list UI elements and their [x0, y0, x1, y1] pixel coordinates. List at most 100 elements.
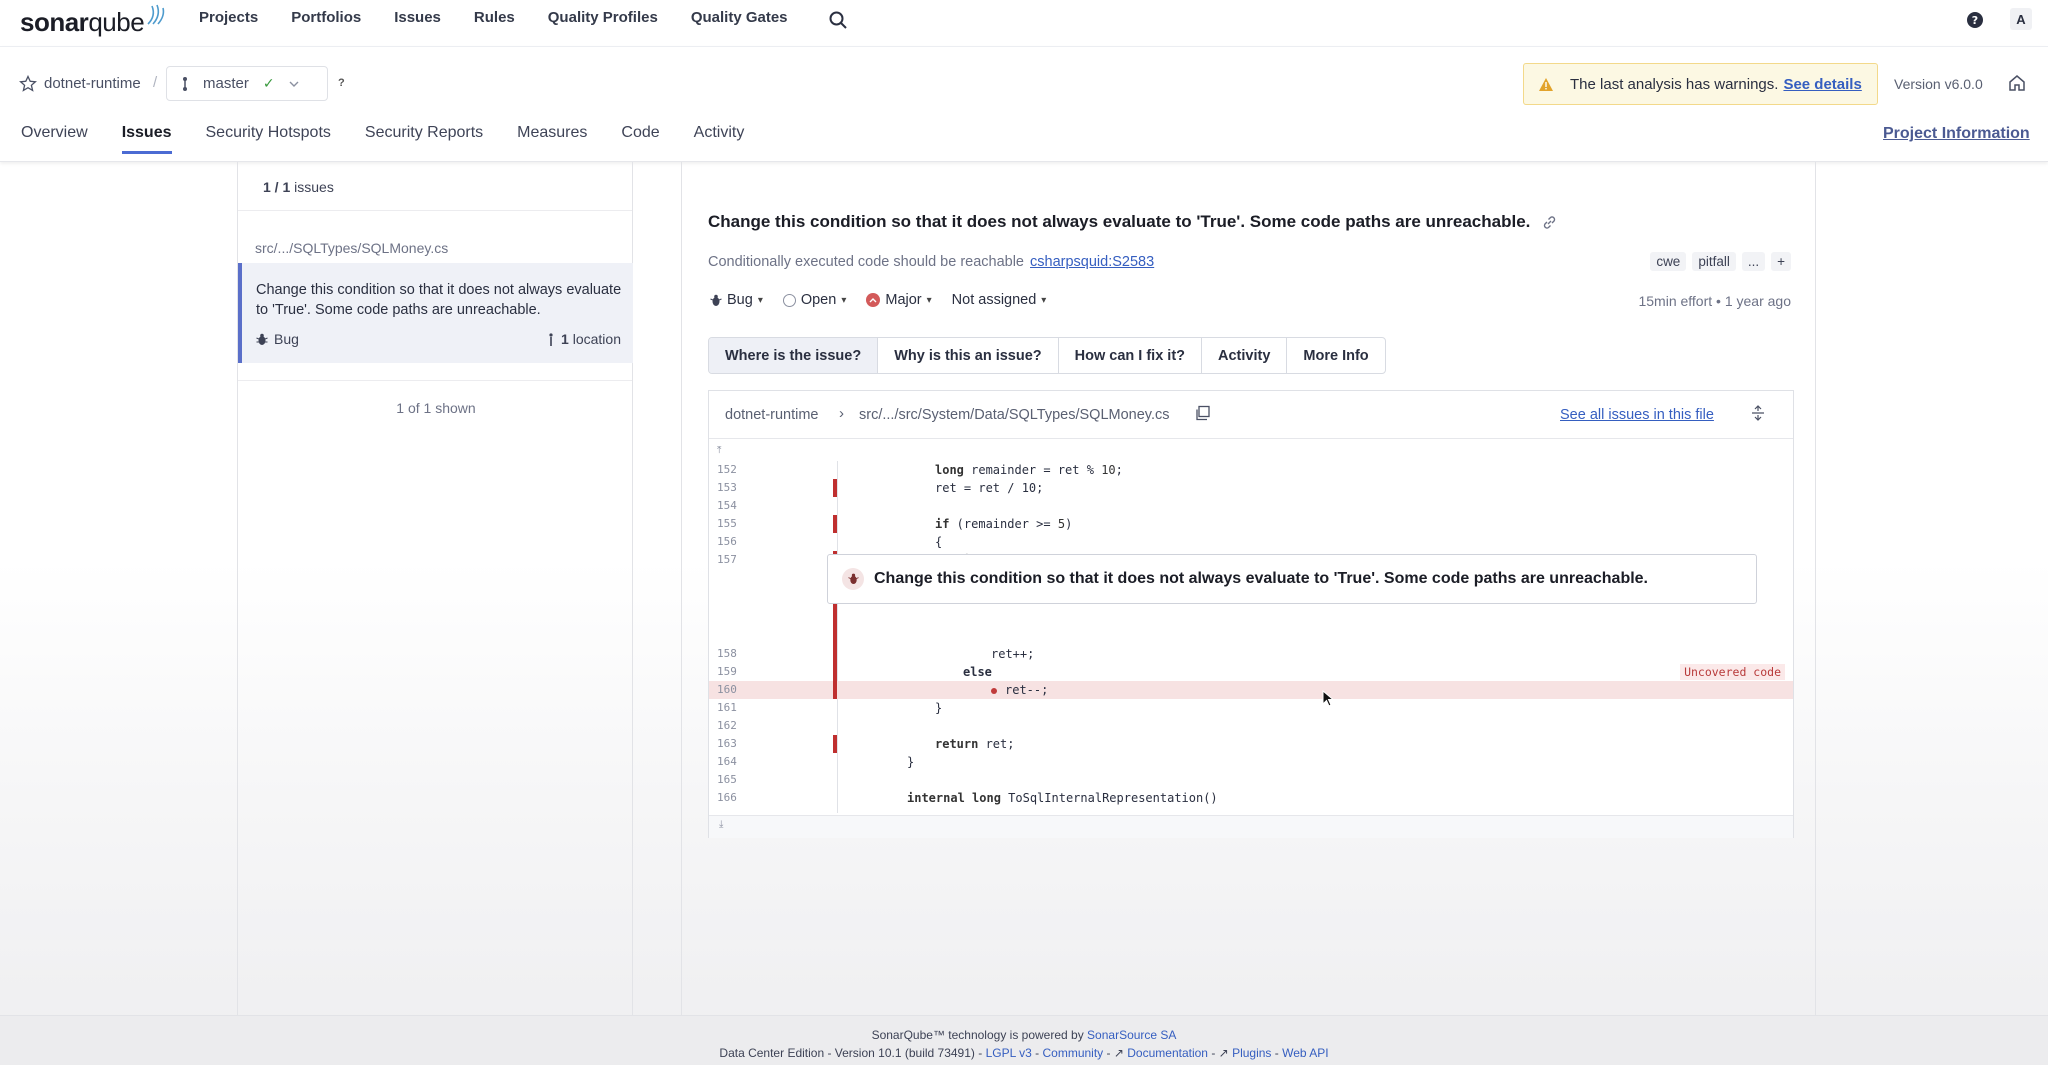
- code-viewer-header: dotnet-runtime › src/.../src/System/Data…: [709, 391, 1793, 439]
- search-icon[interactable]: [828, 10, 848, 30]
- issue-file-path: src/.../SQLTypes/SQLMoney.cs: [255, 240, 449, 256]
- line-number[interactable]: 152: [717, 463, 737, 476]
- line-number[interactable]: 156: [717, 535, 737, 548]
- nav-projects[interactable]: Projects: [199, 9, 258, 26]
- line-number[interactable]: 161: [717, 701, 737, 714]
- issue-severity-dropdown[interactable]: Major ▾: [866, 292, 932, 308]
- branch-selector[interactable]: master ✓: [166, 66, 328, 101]
- tab-why-is-this-an-issue[interactable]: Why is this an issue?: [878, 338, 1059, 373]
- line-number[interactable]: 159: [717, 665, 737, 678]
- issue-effort: 15min effort • 1 year ago: [1638, 293, 1791, 309]
- code-file-path: src/.../src/System/Data/SQLTypes/SQLMone…: [859, 407, 1170, 423]
- copy-icon[interactable]: [1195, 405, 1211, 421]
- footer-link-web-api[interactable]: Web API: [1282, 1046, 1328, 1060]
- avatar[interactable]: A: [2010, 8, 2032, 30]
- issues-count-value: 1 / 1: [263, 179, 291, 195]
- bug-icon: [256, 333, 268, 345]
- tab-where-is-the-issue[interactable]: Where is the issue?: [709, 338, 879, 373]
- nav-quality-gates[interactable]: Quality Gates: [691, 9, 788, 26]
- star-icon[interactable]: [19, 75, 37, 93]
- tag-add-button[interactable]: +: [1771, 252, 1791, 271]
- warning-icon: [1539, 77, 1553, 91]
- divider: [238, 210, 632, 211]
- issue-item-type: Bug: [256, 331, 299, 347]
- code-line: 156 {: [709, 533, 1793, 551]
- line-number[interactable]: 155: [717, 517, 737, 530]
- inline-issue-text: Change this condition so that it does no…: [874, 570, 1648, 587]
- nav-quality-profiles[interactable]: Quality Profiles: [548, 9, 658, 26]
- see-details-link[interactable]: See details: [1783, 76, 1861, 93]
- tab-measures[interactable]: Measures: [517, 124, 587, 154]
- tab-how-can-i-fix-it[interactable]: How can I fix it?: [1059, 338, 1203, 373]
- issue-assignee-dropdown[interactable]: Not assigned ▾: [952, 292, 1047, 308]
- logo-waves-icon: [147, 4, 165, 25]
- expand-up-icon[interactable]: ⤒: [717, 445, 1787, 459]
- sonarsource-link[interactable]: SonarSource SA: [1087, 1028, 1176, 1042]
- tab-activity[interactable]: Activity: [1202, 338, 1288, 373]
- footer-links: Data Center Edition - Version 10.1 (buil…: [719, 1046, 1329, 1060]
- issue-item-message: Change this condition so that it does no…: [256, 282, 622, 318]
- home-icon[interactable]: [2008, 74, 2026, 92]
- issue-age[interactable]: 1 year ago: [1725, 293, 1791, 309]
- issue-item-type-label: Bug: [274, 331, 299, 347]
- line-code: ret = ret / 10;: [935, 481, 1044, 495]
- line-number[interactable]: 165: [717, 773, 737, 786]
- expand-collapse-icon[interactable]: [1751, 405, 1765, 421]
- line-number[interactable]: 162: [717, 719, 737, 732]
- footer-link-plugins[interactable]: Plugins: [1232, 1046, 1271, 1060]
- line-number[interactable]: 158: [717, 647, 737, 660]
- version-label: Version v6.0.0: [1894, 76, 1983, 92]
- nav-rules[interactable]: Rules: [474, 9, 515, 26]
- chevron-down-icon: ▾: [926, 294, 932, 306]
- expand-down-icon[interactable]: ⤓: [709, 815, 1793, 838]
- tab-overview[interactable]: Overview: [21, 124, 88, 154]
- nav-portfolios[interactable]: Portfolios: [291, 9, 361, 26]
- code-line: 159 else Uncovered code: [709, 663, 1793, 681]
- line-number[interactable]: 154: [717, 499, 737, 512]
- project-breadcrumb[interactable]: dotnet-runtime: [44, 75, 141, 92]
- issue-list-item[interactable]: Change this condition so that it does no…: [238, 263, 633, 363]
- code-line-highlighted: 160 ret--;: [709, 681, 1793, 699]
- issue-status-dropdown[interactable]: Open ▾: [782, 292, 846, 308]
- tag-more[interactable]: ...: [1741, 252, 1766, 271]
- code-project-name[interactable]: dotnet-runtime: [725, 407, 819, 423]
- line-code: if (remainder >= 5): [935, 517, 1073, 531]
- line-number[interactable]: 166: [717, 791, 737, 804]
- tab-activity[interactable]: Activity: [694, 124, 745, 154]
- nav-issues[interactable]: Issues: [394, 9, 441, 26]
- help-icon[interactable]: ?: [1966, 11, 1984, 29]
- line-number[interactable]: 157: [717, 553, 737, 566]
- branch-help-icon[interactable]: ?: [338, 77, 352, 91]
- see-all-issues-link[interactable]: See all issues in this file: [1560, 407, 1714, 423]
- sonarqube-logo[interactable]: sonarqube: [20, 4, 166, 38]
- line-number[interactable]: 153: [717, 481, 737, 494]
- tag-cwe[interactable]: cwe: [1650, 252, 1687, 271]
- line-number[interactable]: 164: [717, 755, 737, 768]
- code-line: 154: [709, 497, 1793, 515]
- tab-code[interactable]: Code: [621, 124, 659, 154]
- issue-assignee-label: Not assigned: [951, 292, 1037, 308]
- inline-issue-message[interactable]: Change this condition so that it does no…: [827, 554, 1757, 604]
- footer-link-documentation[interactable]: Documentation: [1127, 1046, 1208, 1060]
- footer-link-community[interactable]: Community: [1043, 1046, 1104, 1060]
- issue-type-dropdown[interactable]: Bug ▾: [710, 292, 763, 308]
- tab-security-hotspots[interactable]: Security Hotspots: [206, 124, 331, 154]
- rule-key-link[interactable]: csharpsquid:S2583: [1030, 254, 1154, 270]
- tab-more-info[interactable]: More Info: [1287, 338, 1384, 373]
- line-number[interactable]: 163: [717, 737, 737, 750]
- line-number[interactable]: 160: [717, 683, 737, 696]
- chevron-down-icon: ▾: [1041, 294, 1047, 306]
- line-code: }: [935, 701, 943, 715]
- project-information-link[interactable]: Project Information: [1883, 125, 2030, 143]
- permalink-icon[interactable]: [1542, 215, 1557, 230]
- chevron-down-icon: ▾: [757, 294, 763, 306]
- footer-link-lgpl[interactable]: LGPL v3: [986, 1046, 1032, 1060]
- code-line: 155 if (remainder >= 5): [709, 515, 1793, 533]
- tab-security-reports[interactable]: Security Reports: [365, 124, 483, 154]
- issue-item-locations[interactable]: 1 location: [549, 331, 621, 347]
- code-line: 158 ret++;: [709, 645, 1793, 663]
- tab-issues[interactable]: Issues: [121, 124, 172, 154]
- issue-tags[interactable]: cwe pitfall ... +: [1650, 252, 1791, 271]
- tag-pitfall[interactable]: pitfall: [1692, 252, 1736, 271]
- project-tabs: Overview Issues Security Hotspots Securi…: [21, 124, 778, 154]
